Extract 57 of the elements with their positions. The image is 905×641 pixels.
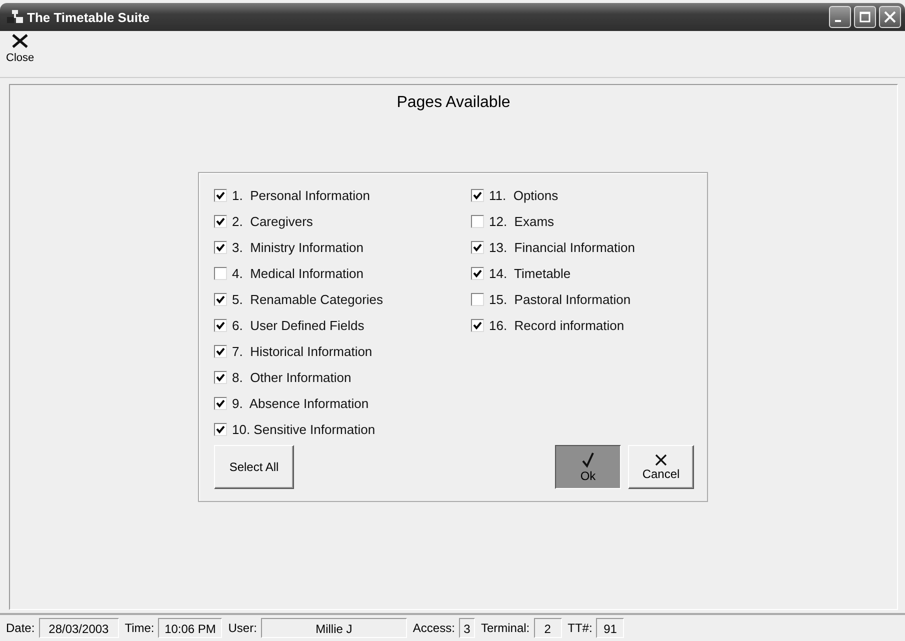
close-icon — [655, 454, 667, 466]
checkbox-item[interactable]: 8. Other Information — [214, 368, 471, 386]
status-label: TT#: — [568, 621, 592, 635]
checkbox-item[interactable]: 5. Renamable Categories — [214, 290, 471, 308]
check-icon — [216, 216, 225, 226]
check-icon — [216, 424, 225, 434]
check-icon — [216, 372, 225, 382]
checkbox-item[interactable]: 1. Personal Information — [214, 186, 471, 204]
check-icon — [216, 320, 225, 330]
checkbox-item[interactable]: 6. User Defined Fields — [214, 316, 471, 334]
check-icon — [473, 242, 482, 252]
status-label: User: — [228, 621, 257, 635]
close-icon — [884, 11, 896, 23]
check-icon — [473, 190, 482, 200]
checkbox-item[interactable]: 7. Historical Information — [214, 342, 471, 360]
page-heading: Pages Available — [396, 94, 510, 112]
check-icon — [216, 346, 225, 356]
status-field: 28/03/2003 — [38, 618, 119, 638]
checkbox-item[interactable]: 3. Ministry Information — [214, 238, 471, 256]
close-icon — [11, 33, 30, 49]
checkbox-item[interactable]: 16. Record information — [471, 316, 635, 334]
checkbox-item[interactable]: 13. Financial Information — [471, 238, 635, 256]
status-label: Terminal: — [480, 621, 530, 635]
check-icon — [216, 190, 225, 200]
checkbox-item[interactable]: 12. Exams — [471, 212, 635, 230]
maximize-button[interactable] — [854, 6, 876, 28]
status-field: 3 — [458, 618, 475, 638]
status-field: 10:06 PM — [158, 618, 222, 638]
checkbox-item[interactable]: 14. Timetable — [471, 264, 635, 282]
check-icon — [216, 242, 225, 252]
checkbox-item[interactable]: 11. Options — [471, 186, 635, 204]
checkbox-item[interactable]: 10. Sensitive Information — [214, 420, 471, 438]
minimize-button[interactable] — [829, 6, 851, 28]
status-label: Access: — [412, 621, 455, 635]
checkbox-item[interactable]: 4. Medical Information — [214, 264, 471, 282]
close-button[interactable]: Close — [6, 31, 34, 77]
checkbox-item[interactable]: 9. Absence Information — [214, 394, 471, 412]
status-field: 91 — [596, 618, 624, 638]
maximize-icon — [859, 11, 871, 23]
window-title: The Timetable Suite — [27, 10, 151, 24]
close-button[interactable] — [879, 6, 901, 28]
status-field: 2 — [534, 618, 562, 638]
check-icon — [473, 268, 482, 278]
cancel-button[interactable]: Cancel — [628, 445, 694, 489]
status-label: Time: — [124, 621, 154, 635]
ok-button[interactable]: Ok — [555, 445, 621, 489]
status-field: Millie J — [260, 618, 407, 638]
check-icon — [216, 398, 225, 408]
check-icon — [216, 294, 225, 304]
check-icon — [580, 452, 596, 468]
checkbox-item[interactable]: 15. Pastoral Information — [471, 290, 635, 308]
app-icon — [7, 10, 23, 24]
minimize-icon — [835, 20, 841, 22]
select-all-button[interactable]: Select All — [214, 445, 294, 489]
status-label: Date: — [6, 621, 35, 635]
checkbox-item[interactable]: 2. Caregivers — [214, 212, 471, 230]
check-icon — [473, 320, 482, 330]
